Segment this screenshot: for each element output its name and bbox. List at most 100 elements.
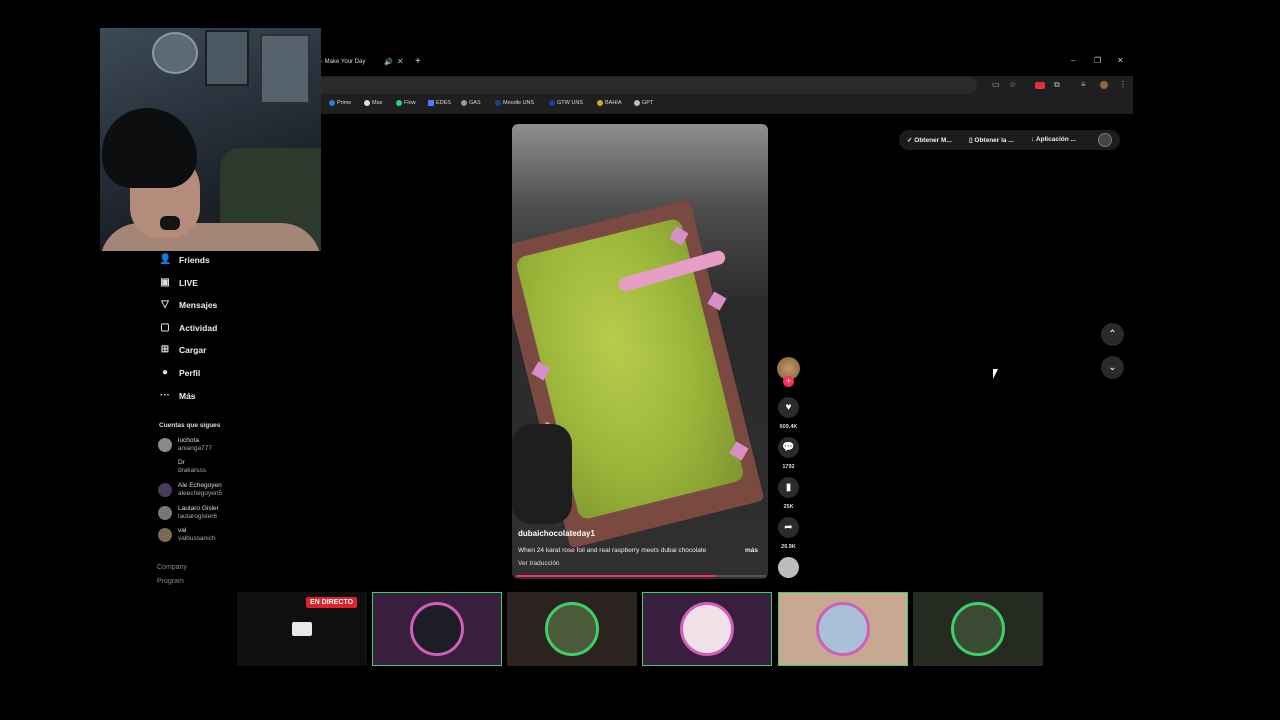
profile-icon: ●	[161, 367, 169, 378]
more-icon: ···	[160, 390, 170, 401]
menu-kebab-icon[interactable]: ⋮	[1119, 80, 1127, 90]
gtw-icon	[549, 100, 555, 106]
address-input[interactable]	[321, 77, 977, 94]
extensions-icon[interactable]: ⧉	[1054, 80, 1060, 90]
followed-account[interactable]: Lautaro Gisler lautarogisler6	[158, 505, 219, 520]
live-badge: EN DIRECTO	[306, 597, 358, 608]
followed-account[interactable]: val valbussanich	[158, 527, 216, 542]
following-title: Cuentas que sigues	[159, 422, 221, 429]
face-emote-icon	[816, 602, 870, 656]
emote-panel	[778, 592, 908, 666]
cast-icon[interactable]: ▭	[992, 80, 1000, 90]
bookmark-gtw[interactable]: GTW UNS	[549, 100, 583, 106]
bookmark-prime[interactable]: Prime	[329, 100, 351, 106]
headset-mic	[160, 216, 180, 230]
followed-account[interactable]: luchota anianga777	[158, 437, 212, 452]
sidebar-item-profile[interactable]: ● Perfil	[159, 367, 200, 378]
friends-icon: 👤	[159, 254, 172, 265]
avatar	[158, 437, 172, 452]
bookmark-edes[interactable]: EDES	[428, 100, 451, 106]
share-icon: ➦	[784, 522, 793, 533]
window-minimize-button[interactable]: –	[1071, 56, 1075, 65]
browser-toolbar: ▭ ☆ ⧉ ≡ ⋮	[321, 76, 1133, 95]
footer-link-program[interactable]: Program	[157, 578, 184, 585]
bookmark-bahia[interactable]: BAHIA	[597, 100, 622, 106]
chat-bubble-icon	[292, 622, 312, 636]
window-close-button[interactable]: ✕	[1117, 56, 1124, 65]
person-hair	[102, 108, 197, 188]
caption-more-link[interactable]: más	[745, 547, 758, 554]
profile-avatar[interactable]	[1100, 81, 1108, 89]
save-button[interactable]: ▮	[778, 477, 799, 498]
sidebar-item-friends[interactable]: 👤 Friends	[159, 254, 210, 265]
bookmark-max[interactable]: Max	[364, 100, 382, 106]
messages-icon: ▽	[161, 299, 169, 310]
followed-account[interactable]: Dr drakarsss	[158, 459, 206, 474]
prime-icon	[329, 100, 335, 106]
bookmark-moodle[interactable]: Moodle UNS	[495, 100, 534, 106]
activity-icon: ▢	[160, 322, 170, 333]
moodle-icon	[495, 100, 501, 106]
wall-frame	[205, 30, 249, 86]
avatar	[158, 527, 172, 542]
footer-link-company[interactable]: Company	[157, 564, 187, 571]
follow-plus-icon[interactable]: +	[783, 376, 794, 387]
chevron-down-icon: ⌄	[1108, 362, 1117, 373]
like-button[interactable]: ♥	[778, 397, 799, 418]
wall-clock	[152, 32, 198, 74]
frog-emote-icon	[545, 602, 599, 656]
avatar	[158, 459, 172, 474]
ext-button-3[interactable]: ↓ Aplicación ...	[1031, 136, 1076, 143]
bookmark-gpt[interactable]: GPT	[634, 100, 653, 106]
video-username[interactable]: dubaichocolateday1	[518, 529, 595, 538]
ext-button-1[interactable]: ✓ Obtener M...	[907, 136, 952, 144]
wall-frame	[260, 34, 310, 104]
sidebar-item-activity[interactable]: ▢ Actividad	[159, 322, 217, 333]
sidebar-item-upload[interactable]: ⊞ Cargar	[159, 344, 207, 355]
followed-account[interactable]: Ale Echegoyen aleechegoyen5	[158, 482, 222, 497]
video-progress-fill	[516, 575, 716, 577]
gpt-icon	[634, 100, 640, 106]
bahia-icon	[597, 100, 603, 106]
tab-title[interactable]: - Make Your Day	[321, 59, 365, 65]
bookmark-star-icon[interactable]: ☆	[1009, 80, 1016, 90]
emote-panel	[642, 592, 772, 666]
person-shoulders	[100, 223, 321, 251]
bookmark-flow[interactable]: Flow	[396, 100, 416, 106]
music-disc-icon[interactable]	[778, 557, 799, 578]
video-progress-bar[interactable]	[516, 575, 766, 577]
share-count: 26.9K	[781, 544, 796, 550]
ghost-emote-icon	[680, 602, 734, 656]
speaker-icon[interactable]: 🔊	[384, 58, 393, 66]
sidebar-item-live[interactable]: ▣ LIVE	[159, 277, 198, 288]
duo-emote-icon	[951, 602, 1005, 656]
comment-button[interactable]: 💬	[778, 437, 799, 458]
extension-toolbar: ✓ Obtener M... ▯ Obtener la ... ↓ Aplica…	[899, 130, 1120, 150]
heart-icon: ♥	[785, 402, 792, 413]
adblock-extension-icon[interactable]	[1035, 82, 1045, 89]
like-count: 609.4K	[779, 424, 798, 430]
video-player[interactable]	[512, 124, 768, 579]
ext-avatar[interactable]	[1098, 133, 1112, 147]
sidebar-item-messages[interactable]: ▽ Mensajes	[159, 299, 217, 310]
bookmark-icon: ▮	[785, 482, 792, 493]
window-maximize-button[interactable]: ❐	[1094, 56, 1101, 65]
sidebar-item-more[interactable]: ··· Más	[159, 390, 196, 401]
ext-button-2[interactable]: ▯ Obtener la ...	[969, 136, 1014, 144]
browser-tab-bar: - Make Your Day 🔊 ✕ + – ❐ ✕	[321, 56, 1133, 72]
mouse-cursor	[993, 369, 998, 379]
emote-panel	[913, 592, 1043, 666]
media-icon[interactable]: ≡	[1081, 80, 1086, 90]
max-icon	[364, 100, 370, 106]
previous-video-button[interactable]: ⌃	[1101, 323, 1124, 346]
new-tab-button[interactable]: +	[415, 56, 421, 67]
next-video-button[interactable]: ⌄	[1101, 356, 1124, 379]
tab-close-icon[interactable]: ✕	[397, 57, 404, 66]
video-caption: When 24 karat rose foil and real raspber…	[518, 547, 707, 554]
upload-icon: ⊞	[160, 344, 170, 355]
gas-icon	[461, 100, 467, 106]
translate-link[interactable]: Ver traducción	[518, 560, 560, 567]
bookmark-gas[interactable]: GAS	[461, 100, 481, 106]
share-button[interactable]: ➦	[778, 517, 799, 538]
live-icon: ▣	[160, 277, 170, 288]
